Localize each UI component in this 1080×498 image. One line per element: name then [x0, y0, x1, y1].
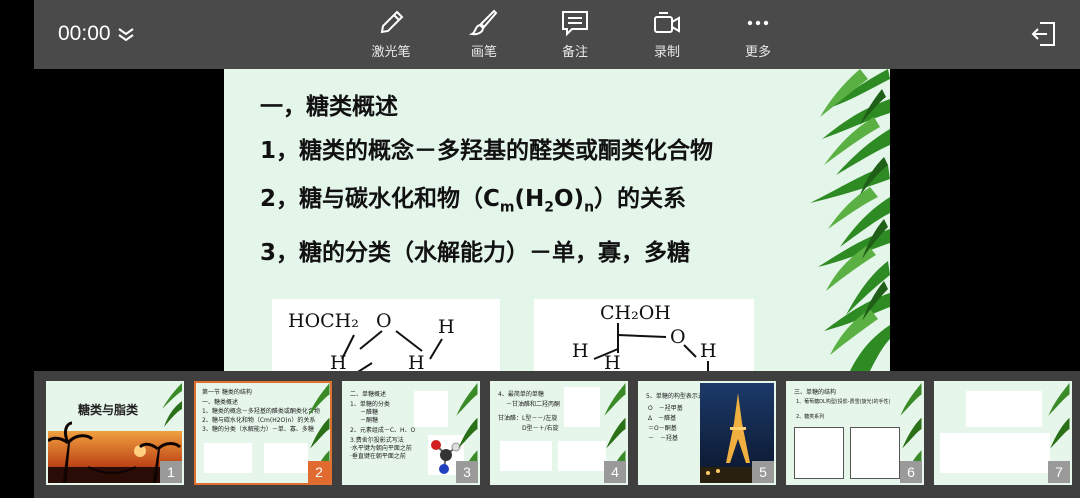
thumb-1-number: 1 [160, 461, 182, 483]
thumb-1-title: 糖类与脂类 [78, 403, 139, 417]
slide-thumbnail-6[interactable]: 三、单糖的结构 1、葡萄糖DL构型(投影-费雪(旋光)的手性) 2、糖类系列 6 [786, 381, 924, 485]
bamboo-decoration [770, 69, 890, 371]
thumb-bamboo-icon [162, 383, 182, 427]
thumb-3-fischer-diagram [414, 391, 448, 427]
thumb-4-line-1: －甘油醛和二羟丙酮 [506, 401, 561, 408]
thumb-6-title: 三、单糖的结构 [794, 389, 837, 396]
slide-thumbnail-7[interactable]: 7 [934, 381, 1072, 485]
thumb-3-line-6: ·水平键为朝向平面之前 [350, 445, 412, 452]
thumb-2-title: 第一节 糖类的结构 [202, 389, 252, 396]
thumb-4-line-2: 甘油醛：L型－－/左旋 [498, 415, 558, 422]
brush-label: 画笔 [470, 45, 497, 60]
thumb-5-line-3: ＝O－酮基 [648, 425, 677, 432]
chevron-double-down-icon [117, 28, 134, 42]
ring-oxygen-label: O [376, 310, 392, 332]
thumb-5-line-1: O －羟甲基 [648, 405, 683, 412]
slide-thumbnail-5[interactable]: 5、单糖的构型表示式 O －羟甲基 Δ －醛基 ＝O－酮基 － －羟基 5 [638, 381, 776, 485]
thumb-7-diagram-top [966, 391, 1042, 427]
record-icon [654, 12, 680, 33]
thumb-3-line-7: ·垂直键在朝平面之前 [350, 453, 406, 460]
more-button[interactable]: 更多 [723, 8, 793, 60]
ch2oh-label: CH₂OH [600, 302, 671, 324]
furanose-structure: HOCH₂ O H H H [272, 299, 500, 371]
slide-thumbnail-1[interactable]: 糖类与脂类 1 [46, 381, 184, 485]
thumb-4-number: 4 [604, 461, 626, 483]
hoch2-label: HOCH₂ [288, 310, 359, 332]
thumb-7-diagram-bottom [940, 433, 1050, 473]
thumb-6-line-1: 1、葡萄糖DL构型(投影-费雪(旋光)的手性) [796, 399, 891, 405]
notes-label: 备注 [561, 45, 588, 60]
thumb-7-number: 7 [1048, 461, 1070, 483]
slide-thumbnail-3[interactable]: 二、单糖概述 1、单糖的分类 －醛糖 －酮糖 2、元素组成－C、H、O 3.费舍… [342, 381, 480, 485]
record-button[interactable]: 录制 [632, 8, 702, 60]
pyranose-structure: CH₂OH O H H H [534, 299, 754, 371]
thumb-4-line-3: D型－＋/右旋 [522, 425, 559, 432]
laser-pen-label: 激光笔 [371, 45, 411, 60]
top-toolbar: 00:00 激光笔 画笔 备注 录制 更多 [34, 0, 1080, 69]
thumb-4-title: 4、最简单的单糖 [498, 391, 544, 398]
slide-thumbnail-2[interactable]: 第一节 糖类的结构 一、糖类概述 1、糖类的概念－多羟基的醛类或酮类化合物 2、… [194, 381, 332, 485]
thumb-5-number: 5 [752, 461, 774, 483]
thumb-6-number: 6 [900, 461, 922, 483]
more-icon [747, 20, 769, 26]
current-slide[interactable]: 一，糖类概述 1，糖类的概念－多羟基的醛类或酮类化合物 2，糖与碳水化和物（Cm… [224, 69, 890, 371]
thumb-4-l-structure [500, 441, 552, 471]
slide-heading: 一，糖类概述 [260, 94, 398, 120]
record-label: 录制 [653, 45, 680, 60]
thumb-2-structure-2 [264, 443, 308, 473]
notes-icon [562, 11, 588, 37]
thumb-4-d-structure [558, 441, 606, 471]
thumb-3-number: 3 [456, 461, 478, 483]
thumb-6-line-2: 2、糖类系列 [796, 414, 825, 420]
thumb-3-line-3: －酮糖 [360, 417, 379, 424]
thumb-5-line-4: － －羟基 [648, 435, 679, 442]
thumb-3-line-2: －醛糖 [360, 409, 379, 416]
thumb-2-line-1: 一、糖类概述 [202, 399, 239, 406]
h-label-3: H [408, 352, 425, 371]
more-label: 更多 [744, 45, 771, 60]
thumb-2-line-4: 3、糖的分类（水解能力）－单、寡、多糖 [202, 426, 314, 433]
h-label-5: H [572, 340, 589, 362]
thumb-5-title: 5、单糖的构型表示式 [646, 393, 704, 400]
thumb-4-glyceraldehyde-diagram [564, 387, 600, 427]
notes-button[interactable]: 备注 [540, 8, 610, 60]
thumb-3-line-4: 2、元素组成－C、H、O [350, 427, 416, 434]
thumb-3-title: 二、单糖概述 [350, 391, 387, 398]
slide-line-3: 3，糖的分类（水解能力）－单，寡，多糖 [260, 240, 691, 266]
brush-icon [469, 9, 498, 36]
laser-pen-button[interactable]: 激光笔 [356, 8, 426, 60]
thumb-2-number: 2 [308, 461, 330, 483]
thumb-6-diagram-2 [850, 427, 900, 479]
slide-thumbnail-4[interactable]: 4、最简单的单糖 －甘油醛和二羟丙酮 甘油醛：L型－－/左旋 D型－＋/右旋 4 [490, 381, 628, 485]
h-label-4: H [700, 340, 717, 362]
slide-line-2: 2，糖与碳水化和物（Cm(H2O)n）的关系 [260, 186, 687, 216]
thumb-3-line-1: 1、单糖的分类 [350, 401, 390, 408]
thumb-2-line-3: 2、糖与碳水化和物（Cm(H2O)n）的关系 [202, 417, 316, 424]
timer-text: 00:00 [58, 22, 111, 45]
slide-stage: 一，糖类概述 1，糖类的概念－多羟基的醛类或酮类化合物 2，糖与碳水化和物（Cm… [34, 69, 1080, 371]
exit-icon[interactable] [1030, 20, 1058, 48]
laser-pen-icon [380, 10, 404, 34]
thumb-2-line-2: 1、糖类的概念－多羟基的醛类或酮类化合物 [202, 408, 320, 415]
thumb-2-structure-1 [204, 443, 252, 473]
brush-button[interactable]: 画笔 [449, 8, 519, 60]
slide-thumbnail-strip: 糖类与脂类 1 第一节 糖类的结构 一、糖类概述 1、糖类的概念－多羟基的醛类或… [34, 371, 1080, 498]
ring-oxygen-label-2: O [670, 326, 686, 348]
thumb-5-line-2: Δ －醛基 [648, 415, 677, 422]
timer-dropdown[interactable]: 00:00 [58, 22, 135, 46]
thumb-6-diagram-1 [794, 427, 844, 479]
thumb-3-line-5: 3.费舍尔投影式写法 [350, 437, 404, 444]
slide-line-1: 1，糖类的概念－多羟基的醛类或酮类化合物 [260, 138, 714, 164]
h-label-1: H [438, 316, 455, 338]
